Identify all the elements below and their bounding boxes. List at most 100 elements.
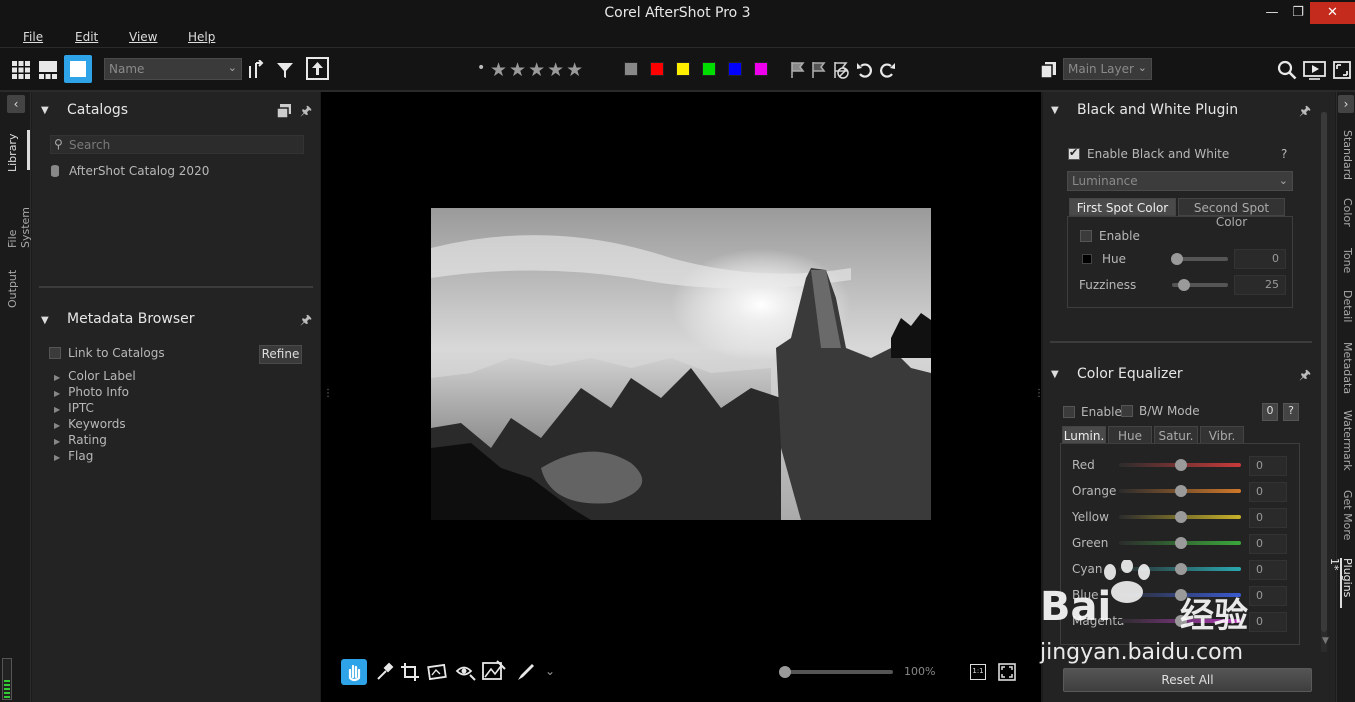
- tab-tone[interactable]: Tone: [1340, 248, 1354, 282]
- tree-item[interactable]: ▶ IPTC: [54, 401, 136, 417]
- color-label-yellow[interactable]: [676, 62, 690, 76]
- collapse-left-icon[interactable]: ‹: [7, 95, 25, 113]
- layers-icon[interactable]: [1039, 60, 1059, 80]
- equalizer-slider-knob[interactable]: [1175, 537, 1187, 549]
- rating-stars[interactable]: ★★★★★: [490, 59, 585, 81]
- enable-bw-checkbox[interactable]: ✔: [1068, 146, 1080, 160]
- slideshow-icon[interactable]: [1303, 60, 1327, 80]
- tab-color[interactable]: Color: [1340, 198, 1354, 238]
- ce-enable-checkbox[interactable]: [1063, 406, 1075, 418]
- tab-detail[interactable]: Detail: [1340, 290, 1354, 334]
- catalog-search-input[interactable]: ⚲ Search: [50, 135, 304, 154]
- tree-item[interactable]: ▶ Keywords: [54, 417, 136, 433]
- equalizer-value[interactable]: 0: [1249, 560, 1287, 580]
- spot-enable-checkbox[interactable]: [1080, 230, 1092, 242]
- sort-dropdown[interactable]: Name ⌄: [104, 58, 242, 80]
- straighten-icon[interactable]: [427, 662, 447, 685]
- search-icon[interactable]: [1277, 60, 1297, 80]
- pin-icon[interactable]: 🖈: [300, 311, 312, 333]
- tree-item[interactable]: ▶ Color Label: [54, 369, 136, 385]
- tab-library[interactable]: Library: [6, 132, 26, 172]
- tools-more-chevron-icon[interactable]: ⌄: [545, 664, 555, 678]
- bw-mode-checkbox[interactable]: [1121, 405, 1133, 417]
- zoom-1to1-button[interactable]: 1:1: [970, 664, 986, 680]
- collapse-triangle-icon[interactable]: ▼: [1051, 369, 1059, 380]
- pin-icon[interactable]: 🖈: [1299, 102, 1311, 124]
- flag-reject-icon[interactable]: [809, 60, 829, 80]
- equalizer-slider-knob[interactable]: [1175, 563, 1187, 575]
- refine-button[interactable]: Refine: [259, 345, 302, 364]
- link-catalogs-checkbox[interactable]: [49, 347, 61, 359]
- retouch-icon[interactable]: [482, 660, 506, 685]
- zoom-slider-knob[interactable]: [779, 666, 791, 678]
- fit-screen-icon[interactable]: [998, 663, 1016, 684]
- pan-tool-button[interactable]: [341, 659, 367, 685]
- clear-rating-dot[interactable]: •: [477, 60, 485, 76]
- fuzziness-value[interactable]: 25: [1234, 275, 1286, 295]
- reset-all-button[interactable]: Reset All: [1063, 668, 1312, 692]
- layer-dropdown[interactable]: Main Layer ⌄: [1063, 58, 1152, 80]
- hue-value[interactable]: 0: [1234, 249, 1286, 269]
- equalizer-value[interactable]: 0: [1249, 456, 1287, 476]
- export-button[interactable]: [306, 57, 329, 80]
- close-button[interactable]: ✕: [1310, 2, 1355, 24]
- equalizer-slider-knob[interactable]: [1175, 459, 1187, 471]
- flag-clear-icon[interactable]: [831, 60, 851, 80]
- fuzziness-slider-knob[interactable]: [1178, 279, 1190, 291]
- equalizer-slider-knob[interactable]: [1175, 511, 1187, 523]
- catalog-item[interactable]: AfterShot Catalog 2020: [69, 164, 209, 178]
- equalizer-value[interactable]: 0: [1249, 586, 1287, 606]
- equalizer-value[interactable]: 0: [1249, 482, 1287, 502]
- bw-help-icon[interactable]: ?: [1281, 147, 1287, 161]
- menu-edit[interactable]: Edit: [75, 30, 98, 44]
- scrollbar-thumb[interactable]: [1321, 112, 1327, 632]
- tab-saturation[interactable]: Satur.: [1154, 426, 1198, 444]
- fullscreen-icon[interactable]: [1332, 60, 1352, 80]
- tab-luminance[interactable]: Lumin.: [1062, 426, 1106, 444]
- collapse-triangle-icon[interactable]: ▼: [41, 315, 49, 326]
- hue-swatch[interactable]: [1082, 254, 1092, 264]
- collapse-triangle-icon[interactable]: ▼: [41, 105, 49, 116]
- grid-view-icon[interactable]: [11, 60, 31, 80]
- color-label-gray[interactable]: [624, 62, 638, 76]
- filmstrip-view-icon[interactable]: [38, 60, 58, 80]
- tab-vibrance[interactable]: Vibr.: [1200, 426, 1244, 444]
- redeye-icon[interactable]: [455, 662, 477, 685]
- hue-slider-knob[interactable]: [1171, 253, 1183, 265]
- pin-icon[interactable]: 🖈: [1299, 366, 1311, 388]
- right-scrollbar[interactable]: [1321, 112, 1327, 652]
- tab-plugins-1[interactable]: Plugins 1*: [1328, 558, 1354, 608]
- equalizer-value[interactable]: 0: [1249, 612, 1287, 632]
- collapse-right-icon[interactable]: ›: [1338, 95, 1354, 113]
- tab-output[interactable]: Output: [6, 266, 26, 308]
- equalizer-slider-knob[interactable]: [1175, 589, 1187, 601]
- left-splitter-handle[interactable]: ⋮: [323, 388, 333, 399]
- tab-file-system[interactable]: File System: [6, 188, 32, 248]
- menu-file[interactable]: File: [23, 30, 43, 44]
- color-label-green[interactable]: [702, 62, 716, 76]
- rotate-right-icon[interactable]: [877, 60, 897, 80]
- sort-order-icon[interactable]: [248, 59, 268, 80]
- ce-reset-button[interactable]: 0: [1262, 403, 1278, 421]
- restore-button[interactable]: ❐: [1284, 2, 1312, 24]
- single-view-button[interactable]: [64, 55, 92, 83]
- minimize-button[interactable]: —: [1258, 2, 1286, 24]
- pin-icon[interactable]: 🖈: [300, 102, 312, 124]
- color-label-blue[interactable]: [728, 62, 742, 76]
- tab-standard[interactable]: Standard: [1340, 130, 1354, 188]
- image-viewer[interactable]: ⋮ ⋮ ⌄ 100% 1:1: [321, 92, 1044, 702]
- equalizer-value[interactable]: 0: [1249, 534, 1287, 554]
- collapse-triangle-icon[interactable]: ▼: [1051, 105, 1059, 116]
- equalizer-slider-knob[interactable]: [1175, 615, 1187, 627]
- tab-metadata[interactable]: Metadata: [1340, 342, 1354, 402]
- scroll-down-arrow-icon[interactable]: ▼: [1322, 636, 1329, 646]
- tab-first-spot-color[interactable]: First Spot Color: [1069, 198, 1176, 216]
- color-label-magenta[interactable]: [754, 62, 768, 76]
- catalog-copy-icon[interactable]: [276, 103, 292, 122]
- tab-get-more[interactable]: Get More: [1340, 490, 1354, 550]
- rotate-left-icon[interactable]: [855, 60, 875, 80]
- menu-help[interactable]: Help: [188, 30, 215, 44]
- ce-help-button[interactable]: ?: [1283, 403, 1299, 421]
- tree-item[interactable]: ▶ Rating: [54, 433, 136, 449]
- brush-icon[interactable]: [516, 662, 536, 685]
